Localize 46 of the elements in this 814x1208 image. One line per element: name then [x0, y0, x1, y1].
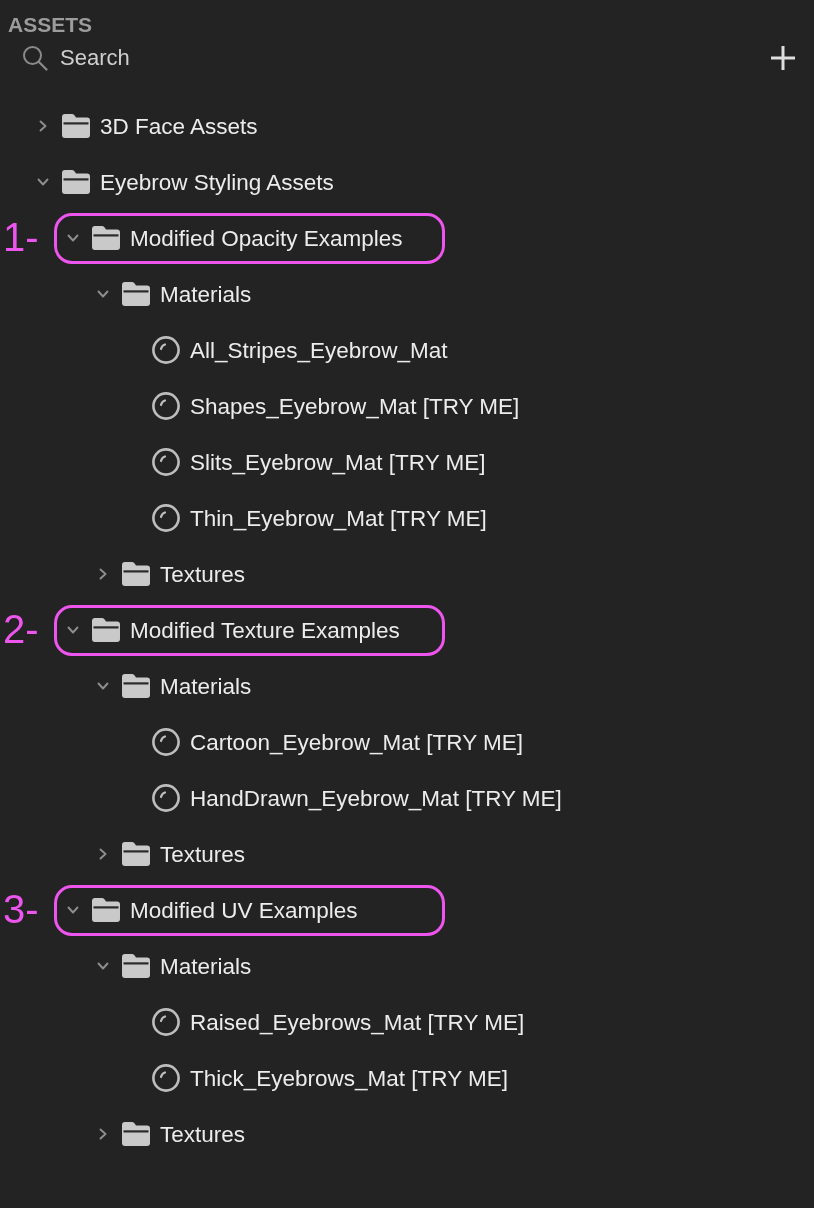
callout-number: 3- — [3, 887, 39, 932]
material-sphere-icon — [152, 784, 180, 812]
folder-name[interactable]: Modified UV Examples — [130, 896, 358, 924]
folder-name[interactable]: Textures — [160, 560, 246, 588]
material-sphere-icon — [152, 504, 180, 532]
material-sphere-icon — [152, 448, 180, 476]
folder-icon — [62, 114, 90, 138]
callout-number: 2- — [3, 607, 39, 652]
folder-name[interactable]: Materials — [160, 672, 252, 700]
folder-icon — [122, 674, 150, 698]
material-name[interactable]: Cartoon_Eyebrow_Mat [TRY ME] — [190, 728, 524, 756]
folder-icon — [62, 170, 90, 194]
material-sphere-icon — [152, 1008, 180, 1036]
folder-name[interactable]: Modified Texture Examples — [130, 616, 400, 644]
folder-icon — [92, 618, 120, 642]
material-sphere-icon — [152, 1064, 180, 1092]
folder-icon — [122, 1122, 150, 1146]
folder-name[interactable]: Materials — [160, 280, 252, 308]
folder-name[interactable]: Textures — [160, 1120, 246, 1148]
callout-number: 1- — [3, 215, 39, 260]
material-sphere-icon — [152, 392, 180, 420]
folder-name[interactable]: Eyebrow Styling Assets — [100, 168, 334, 196]
add-button[interactable] — [770, 45, 796, 71]
search-icon — [22, 45, 48, 71]
material-sphere-icon — [152, 728, 180, 756]
folder-name[interactable]: Textures — [160, 840, 246, 868]
material-name[interactable]: Shapes_Eyebrow_Mat [TRY ME] — [190, 392, 520, 420]
folder-icon — [122, 954, 150, 978]
folder-icon — [122, 562, 150, 586]
material-name[interactable]: Raised_Eyebrows_Mat [TRY ME] — [190, 1008, 525, 1036]
folder-icon — [92, 898, 120, 922]
material-sphere-icon — [152, 336, 180, 364]
folder-name[interactable]: Modified Opacity Examples — [130, 224, 403, 252]
folder-icon — [92, 226, 120, 250]
material-name[interactable]: Thin_Eyebrow_Mat [TRY ME] — [190, 504, 487, 532]
material-name[interactable]: Thick_Eyebrows_Mat [TRY ME] — [190, 1064, 509, 1092]
material-name[interactable]: Slits_Eyebrow_Mat [TRY ME] — [190, 448, 486, 476]
folder-icon — [122, 842, 150, 866]
material-name[interactable]: All_Stripes_Eyebrow_Mat — [190, 336, 448, 364]
search-field[interactable]: Search — [60, 40, 680, 76]
folder-name[interactable]: Materials — [160, 952, 252, 980]
folder-icon — [122, 282, 150, 306]
panel-title: ASSETS — [8, 12, 93, 38]
folder-name[interactable]: 3D Face Assets — [100, 112, 258, 140]
material-name[interactable]: HandDrawn_Eyebrow_Mat [TRY ME] — [190, 784, 562, 812]
plus-icon — [770, 45, 796, 71]
